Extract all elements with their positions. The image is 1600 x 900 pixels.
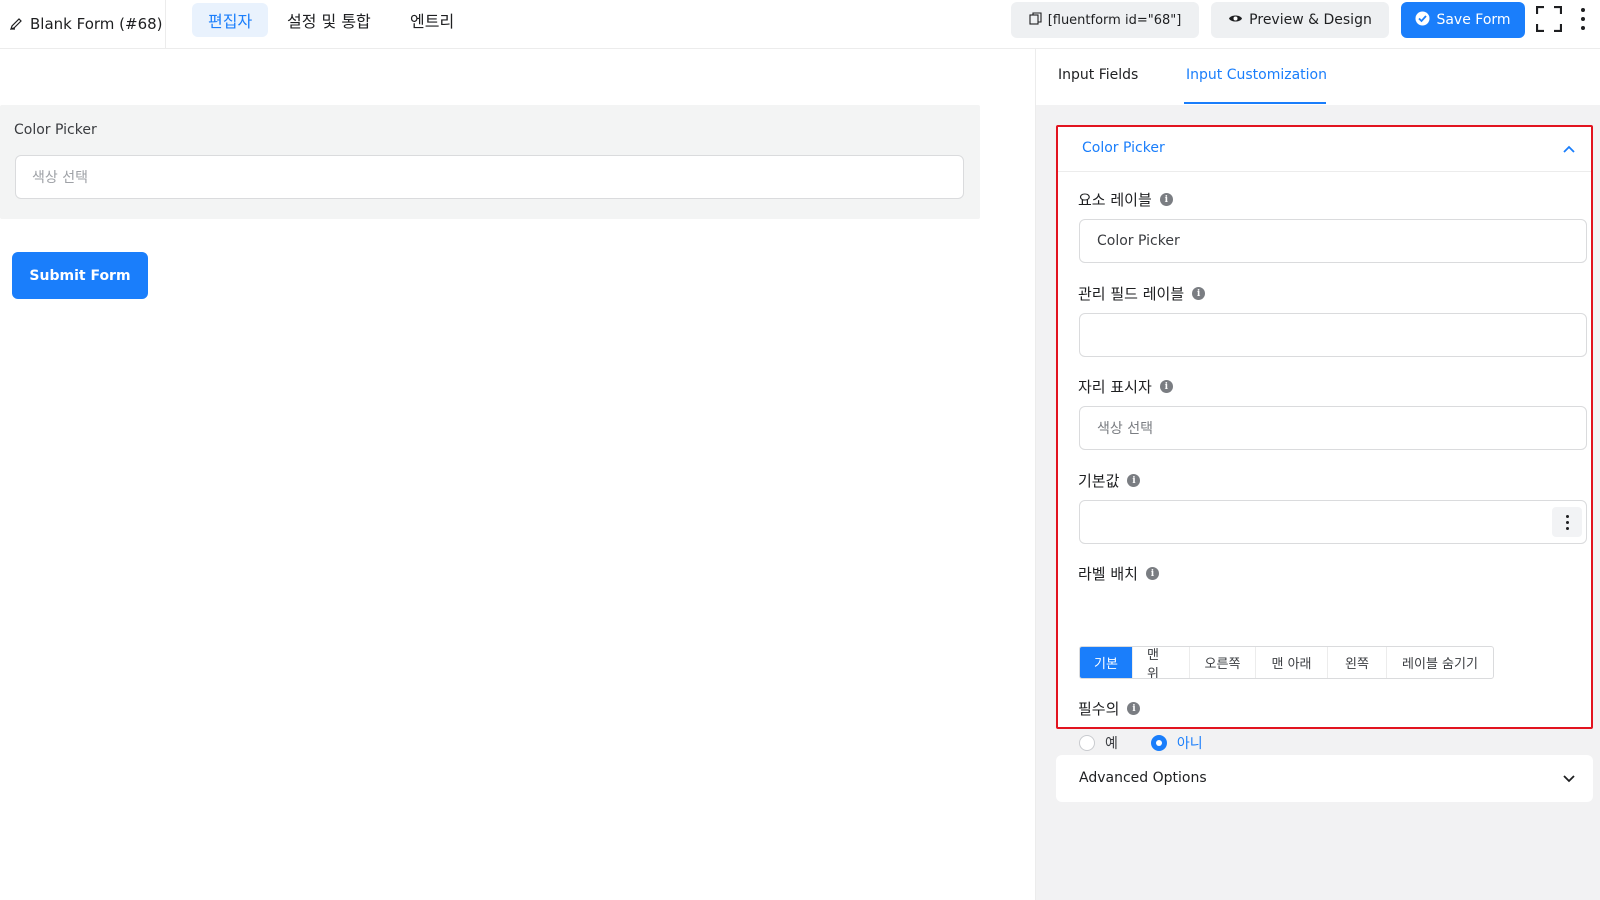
label-placement-segmented: 기본 맨 위 오른쪽 맨 아래 왼쪽 레이블 숨기기 bbox=[1079, 646, 1494, 679]
required-radio-group: 예 아니 bbox=[1079, 733, 1203, 753]
save-form-label: Save Form bbox=[1436, 12, 1511, 28]
eye-icon bbox=[1228, 12, 1243, 28]
placement-option-hide[interactable]: 레이블 숨기기 bbox=[1387, 647, 1493, 678]
section-title: Color Picker bbox=[1082, 140, 1165, 156]
placement-option-left[interactable]: 왼쪽 bbox=[1328, 647, 1387, 678]
info-icon[interactable]: i bbox=[1127, 702, 1141, 715]
default-value-label: 기본값 i bbox=[1078, 470, 1141, 491]
placement-option-default[interactable]: 기본 bbox=[1080, 647, 1133, 678]
placement-option-top[interactable]: 맨 위 bbox=[1133, 647, 1190, 678]
canvas-color-picker-field[interactable]: Color Picker 색상 선택 bbox=[0, 105, 980, 219]
label-placement-text: 라벨 배치 bbox=[1078, 565, 1138, 583]
element-label-text: 요소 레이블 bbox=[1078, 191, 1152, 209]
save-form-button[interactable]: Save Form bbox=[1401, 2, 1525, 38]
required-yes-radio[interactable] bbox=[1079, 735, 1095, 751]
kebab-icon[interactable] bbox=[1552, 507, 1582, 537]
canvas-field-label: Color Picker bbox=[14, 122, 97, 138]
top-bar: Blank Form (#68) 편집자 설정 및 통합 엔트리 [fluent… bbox=[0, 0, 1600, 49]
info-icon[interactable]: i bbox=[1127, 474, 1141, 487]
required-no-label[interactable]: 아니 bbox=[1177, 733, 1203, 753]
advanced-options-section[interactable]: Advanced Options bbox=[1056, 755, 1593, 802]
default-value-input[interactable] bbox=[1079, 500, 1587, 544]
placeholder-input[interactable]: 색상 선택 bbox=[1079, 406, 1587, 450]
section-header[interactable]: Color Picker bbox=[1058, 127, 1591, 172]
required-text: 필수의 bbox=[1078, 700, 1120, 718]
tab-settings-label: 설정 및 통합 bbox=[287, 12, 371, 31]
form-title[interactable]: Blank Form (#68) bbox=[0, 0, 166, 48]
placeholder-label: 자리 표시자 i bbox=[1078, 376, 1173, 397]
required-no-radio[interactable] bbox=[1150, 735, 1167, 751]
chevron-down-icon[interactable] bbox=[1561, 771, 1577, 787]
admin-label-input[interactable] bbox=[1079, 313, 1587, 357]
fullscreen-icon[interactable] bbox=[1535, 5, 1563, 33]
submit-form-button[interactable]: Submit Form bbox=[12, 252, 148, 299]
shortcode-text: [fluentform id="68"] bbox=[1047, 12, 1182, 28]
copy-icon bbox=[1029, 11, 1042, 29]
tab-settings-integrations[interactable]: 설정 및 통합 bbox=[271, 3, 387, 37]
panel-tabs: Input Fields Input Customization bbox=[1036, 49, 1600, 105]
tab-editor-label: 편집자 bbox=[208, 12, 253, 31]
tab-input-fields[interactable]: Input Fields bbox=[1058, 67, 1138, 83]
admin-label-label: 관리 필드 레이블 i bbox=[1078, 283, 1206, 304]
form-title-text: Blank Form (#68) bbox=[30, 15, 163, 33]
info-icon[interactable]: i bbox=[1145, 567, 1159, 580]
info-icon[interactable]: i bbox=[1192, 287, 1206, 300]
more-options-icon[interactable] bbox=[1578, 6, 1588, 32]
canvas-color-input[interactable]: 색상 선택 bbox=[15, 155, 964, 199]
tab-input-customization[interactable]: Input Customization bbox=[1186, 67, 1327, 83]
check-circle-icon bbox=[1415, 11, 1430, 30]
placement-option-bottom[interactable]: 맨 아래 bbox=[1256, 647, 1328, 678]
required-label: 필수의 i bbox=[1078, 698, 1141, 719]
placeholder-label-text: 자리 표시자 bbox=[1078, 378, 1152, 396]
preview-design-label: Preview & Design bbox=[1249, 12, 1372, 28]
default-value-text: 기본값 bbox=[1078, 472, 1120, 490]
tab-entries-label: 엔트리 bbox=[410, 12, 455, 31]
tab-entries[interactable]: 엔트리 bbox=[394, 3, 470, 37]
placement-option-right[interactable]: 오른쪽 bbox=[1190, 647, 1256, 678]
info-icon[interactable]: i bbox=[1159, 380, 1173, 393]
settings-panel: Input Fields Input Customization Color P… bbox=[1035, 49, 1600, 900]
tab-editor[interactable]: 편집자 bbox=[192, 3, 269, 37]
shortcode-button[interactable]: [fluentform id="68"] bbox=[1011, 2, 1199, 38]
active-tab-indicator bbox=[1184, 102, 1326, 104]
field-settings-card: Color Picker 요소 레이블 i Color Picker 관리 필드… bbox=[1056, 125, 1593, 752]
advanced-options-title: Advanced Options bbox=[1079, 770, 1207, 786]
required-yes-label[interactable]: 예 bbox=[1105, 733, 1118, 753]
pen-icon bbox=[8, 16, 24, 32]
element-label-label: 요소 레이블 i bbox=[1078, 189, 1173, 210]
element-label-input[interactable]: Color Picker bbox=[1079, 219, 1587, 263]
label-placement-label: 라벨 배치 i bbox=[1078, 563, 1159, 584]
info-icon[interactable]: i bbox=[1159, 193, 1173, 206]
admin-label-text: 관리 필드 레이블 bbox=[1078, 285, 1185, 303]
preview-design-button[interactable]: Preview & Design bbox=[1211, 2, 1389, 38]
chevron-up-icon[interactable] bbox=[1561, 141, 1577, 157]
